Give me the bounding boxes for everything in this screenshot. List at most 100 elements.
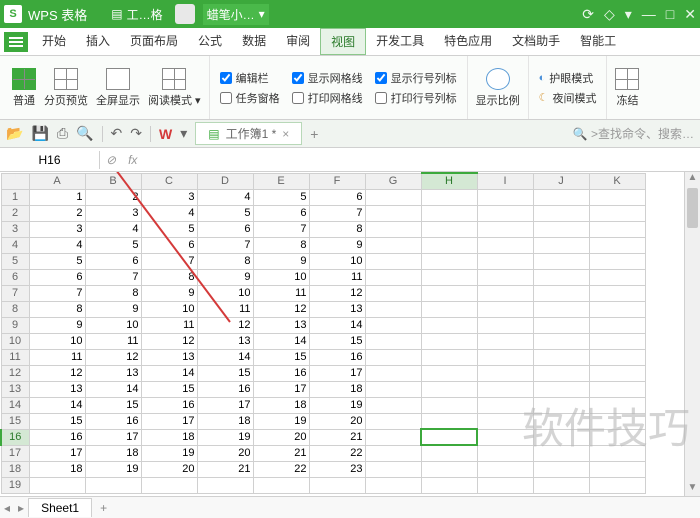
cell-A12[interactable]: 12 bbox=[29, 365, 85, 381]
cell-C16[interactable]: 18 bbox=[141, 429, 197, 445]
cell-E10[interactable]: 14 bbox=[253, 333, 309, 349]
menu-item-6[interactable]: 视图 bbox=[320, 28, 366, 55]
sheet-nav-prev-icon[interactable]: ◂ bbox=[0, 501, 14, 515]
cell-I13[interactable] bbox=[477, 381, 533, 397]
checkbox-printrowcol[interactable]: 打印行号列标 bbox=[375, 90, 457, 106]
cell-E11[interactable]: 15 bbox=[253, 349, 309, 365]
cell-A18[interactable]: 18 bbox=[29, 461, 85, 477]
cell-I10[interactable] bbox=[477, 333, 533, 349]
cell-K7[interactable] bbox=[589, 285, 645, 301]
zoom-button[interactable]: 显示比例 bbox=[472, 66, 524, 110]
cell-H11[interactable] bbox=[421, 349, 477, 365]
row-header-2[interactable]: 2 bbox=[1, 205, 29, 221]
cell-E19[interactable] bbox=[253, 477, 309, 493]
cell-E13[interactable]: 17 bbox=[253, 381, 309, 397]
cell-G6[interactable] bbox=[365, 269, 421, 285]
menu-item-5[interactable]: 审阅 bbox=[276, 28, 320, 55]
cell-H15[interactable] bbox=[421, 413, 477, 429]
cell-G18[interactable] bbox=[365, 461, 421, 477]
cell-G9[interactable] bbox=[365, 317, 421, 333]
cell-K10[interactable] bbox=[589, 333, 645, 349]
menu-item-7[interactable]: 开发工具 bbox=[366, 28, 434, 55]
row-header-12[interactable]: 12 bbox=[1, 365, 29, 381]
cell-G7[interactable] bbox=[365, 285, 421, 301]
freeze-button[interactable]: 冻结 bbox=[611, 66, 643, 110]
cell-E16[interactable]: 20 bbox=[253, 429, 309, 445]
cell-D7[interactable]: 10 bbox=[197, 285, 253, 301]
cell-G1[interactable] bbox=[365, 189, 421, 205]
cell-K3[interactable] bbox=[589, 221, 645, 237]
open-icon[interactable]: 📂 bbox=[6, 125, 23, 142]
cell-H7[interactable] bbox=[421, 285, 477, 301]
cell-H19[interactable] bbox=[421, 477, 477, 493]
cell-D3[interactable]: 6 bbox=[197, 221, 253, 237]
col-header-J[interactable]: J bbox=[533, 173, 589, 189]
row-header-4[interactable]: 4 bbox=[1, 237, 29, 253]
cell-I2[interactable] bbox=[477, 205, 533, 221]
row-header-3[interactable]: 3 bbox=[1, 221, 29, 237]
col-header-B[interactable]: B bbox=[85, 173, 141, 189]
cell-B3[interactable]: 4 bbox=[85, 221, 141, 237]
user-avatar[interactable] bbox=[175, 4, 195, 24]
cell-B1[interactable]: 2 bbox=[85, 189, 141, 205]
col-header-E[interactable]: E bbox=[253, 173, 309, 189]
cell-E12[interactable]: 16 bbox=[253, 365, 309, 381]
cell-H4[interactable] bbox=[421, 237, 477, 253]
cell-B9[interactable]: 10 bbox=[85, 317, 141, 333]
cell-K6[interactable] bbox=[589, 269, 645, 285]
cell-J11[interactable] bbox=[533, 349, 589, 365]
cell-F18[interactable]: 23 bbox=[309, 461, 365, 477]
cell-C18[interactable]: 20 bbox=[141, 461, 197, 477]
checkbox-showrowcol[interactable]: 显示行号列标 bbox=[375, 70, 457, 86]
col-header-H[interactable]: H bbox=[421, 173, 477, 189]
cell-K16[interactable] bbox=[589, 429, 645, 445]
cell-I6[interactable] bbox=[477, 269, 533, 285]
cell-F17[interactable]: 22 bbox=[309, 445, 365, 461]
cell-I12[interactable] bbox=[477, 365, 533, 381]
cell-G16[interactable] bbox=[365, 429, 421, 445]
cell-F8[interactable]: 13 bbox=[309, 301, 365, 317]
view-readmode-button[interactable]: 阅读模式 ▾ bbox=[144, 66, 205, 110]
cell-D19[interactable] bbox=[197, 477, 253, 493]
cell-F19[interactable] bbox=[309, 477, 365, 493]
cell-F13[interactable]: 18 bbox=[309, 381, 365, 397]
preview-icon[interactable]: 🔍 bbox=[76, 125, 93, 142]
cell-D16[interactable]: 19 bbox=[197, 429, 253, 445]
cell-D15[interactable]: 18 bbox=[197, 413, 253, 429]
cell-D2[interactable]: 5 bbox=[197, 205, 253, 221]
cell-C11[interactable]: 13 bbox=[141, 349, 197, 365]
cell-F3[interactable]: 8 bbox=[309, 221, 365, 237]
cell-C17[interactable]: 19 bbox=[141, 445, 197, 461]
spreadsheet-grid[interactable]: ABCDEFGHIJK11234562234567334567844567895… bbox=[0, 172, 646, 494]
cell-E17[interactable]: 21 bbox=[253, 445, 309, 461]
cell-H13[interactable] bbox=[421, 381, 477, 397]
cell-E7[interactable]: 11 bbox=[253, 285, 309, 301]
cell-A16[interactable]: 16 bbox=[29, 429, 85, 445]
sheet-tab[interactable]: Sheet1 bbox=[28, 498, 92, 517]
cell-B16[interactable]: 17 bbox=[85, 429, 141, 445]
cell-E15[interactable]: 19 bbox=[253, 413, 309, 429]
cell-G4[interactable] bbox=[365, 237, 421, 253]
cell-D14[interactable]: 17 bbox=[197, 397, 253, 413]
row-header-9[interactable]: 9 bbox=[1, 317, 29, 333]
add-tab-icon[interactable]: + bbox=[310, 126, 318, 142]
night-mode-button[interactable]: ☾夜间模式 bbox=[539, 90, 597, 106]
close-tab-icon[interactable]: × bbox=[282, 127, 289, 141]
cell-B13[interactable]: 14 bbox=[85, 381, 141, 397]
cell-C10[interactable]: 12 bbox=[141, 333, 197, 349]
cell-K19[interactable] bbox=[589, 477, 645, 493]
wps-logo-icon[interactable]: W bbox=[159, 126, 172, 142]
cell-A10[interactable]: 10 bbox=[29, 333, 85, 349]
row-header-19[interactable]: 19 bbox=[1, 477, 29, 493]
cell-F7[interactable]: 12 bbox=[309, 285, 365, 301]
cell-E18[interactable]: 22 bbox=[253, 461, 309, 477]
cell-B2[interactable]: 3 bbox=[85, 205, 141, 221]
cell-J14[interactable] bbox=[533, 397, 589, 413]
save-icon[interactable]: 💾 bbox=[31, 125, 48, 142]
minimize-icon[interactable]: — bbox=[642, 6, 656, 23]
scroll-up-icon[interactable]: ▲ bbox=[685, 172, 700, 186]
cell-H10[interactable] bbox=[421, 333, 477, 349]
col-header-D[interactable]: D bbox=[197, 173, 253, 189]
select-all-corner[interactable] bbox=[1, 173, 29, 189]
cell-G10[interactable] bbox=[365, 333, 421, 349]
